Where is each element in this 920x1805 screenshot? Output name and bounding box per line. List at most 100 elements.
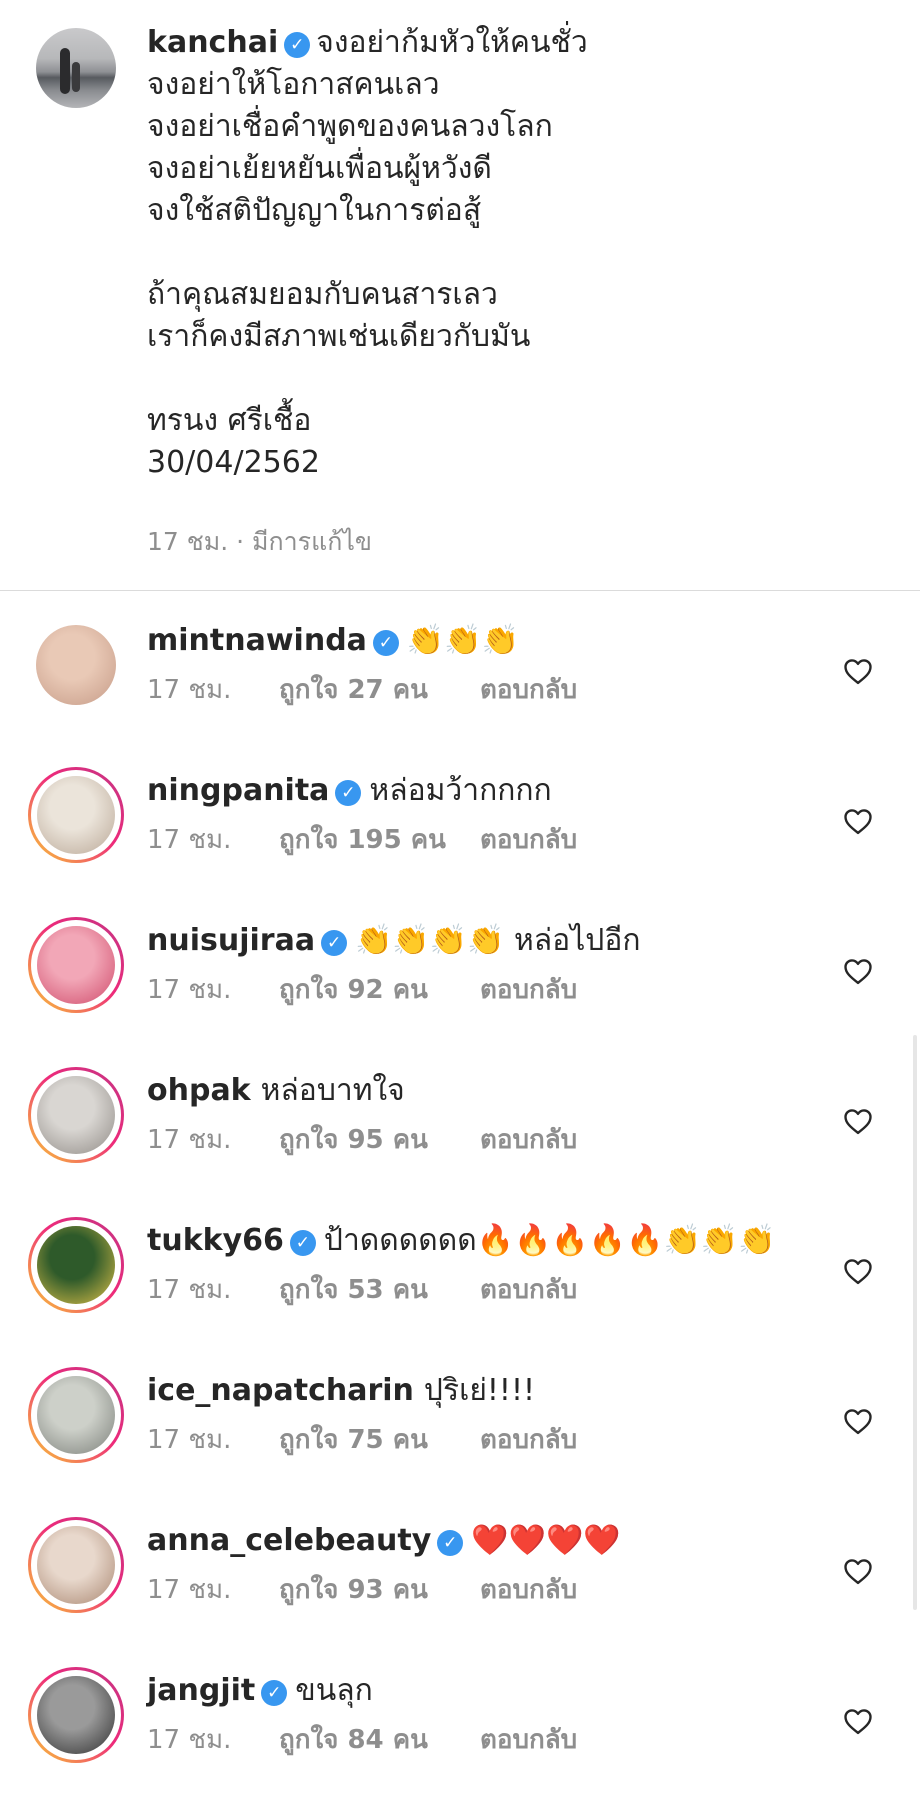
story-ring[interactable]: [28, 1367, 124, 1463]
caption-first-line: kanchai ✓ จงอย่าก้มหัวให้คนชั่ว: [147, 22, 887, 64]
comment-item: ice_napatcharin ปุริเย่!!!! 17 ชม. ถูกใจ …: [0, 1355, 920, 1505]
verified-badge-icon: ✓: [284, 32, 311, 58]
comment-time: 17 ชม.: [147, 1275, 232, 1305]
verified-badge-icon: ✓: [335, 780, 362, 806]
comment-body: หล่อมว้ากกกก: [369, 773, 552, 808]
comment-username[interactable]: ningpanita: [147, 773, 329, 808]
story-ring-gap: [31, 920, 121, 1010]
verified-badge-icon: ✓: [437, 1530, 464, 1556]
verified-badge-icon: ✓: [261, 1680, 288, 1706]
scrollbar[interactable]: [913, 1035, 917, 1610]
like-count-link[interactable]: ถูกใจ 84 คน: [279, 1719, 428, 1760]
comment-item: ohpak หล่อบาทใจ 17 ชม. ถูกใจ 95 คน ตอบกลั…: [0, 1055, 920, 1205]
avatar[interactable]: [37, 1376, 115, 1454]
comment-username[interactable]: nuisujiraa: [147, 923, 315, 958]
caption-text: kanchai ✓ จงอย่าก้มหัวให้คนชั่ว จงอย่าให้โ…: [147, 22, 887, 484]
comment-body: ขนลุก: [295, 1673, 373, 1708]
comment-text: ice_napatcharin ปุริเย่!!!!: [147, 1371, 535, 1411]
reply-button[interactable]: ตอบกลับ: [480, 1719, 577, 1760]
story-ring[interactable]: [28, 1217, 124, 1313]
story-ring-gap: [31, 770, 121, 860]
avatar-figure: [72, 62, 80, 92]
comment-username[interactable]: jangjit: [147, 1673, 255, 1708]
reply-button[interactable]: ตอบกลับ: [480, 1269, 577, 1310]
story-ring-gap: [31, 1220, 121, 1310]
like-count-link[interactable]: ถูกใจ 53 คน: [279, 1269, 428, 1310]
story-ring-gap: [31, 1670, 121, 1760]
comment-text: anna_celebeauty ✓ ❤️❤️❤️❤️: [147, 1521, 621, 1561]
avatar[interactable]: [37, 1676, 115, 1754]
comment-time: 17 ชม.: [147, 1425, 232, 1455]
caption-username[interactable]: kanchai: [147, 25, 278, 60]
reply-button[interactable]: ตอบกลับ: [480, 1119, 577, 1160]
comment-item: mintnawinda ✓ 👏👏👏 17 ชม. ถูกใจ 27 คน ตอบกล…: [0, 605, 920, 755]
like-count-link[interactable]: ถูกใจ 92 คน: [279, 969, 428, 1010]
comment-item: jangjit ✓ ขนลุก 17 ชม. ถูกใจ 84 คน ตอบกลับ: [0, 1655, 920, 1805]
like-count-link[interactable]: ถูกใจ 75 คน: [279, 1419, 428, 1460]
verified-badge-icon: ✓: [289, 1230, 316, 1256]
story-ring[interactable]: [28, 1517, 124, 1613]
caption-line: จงอย่าเชื่อคำพูดของคนลวงโลก: [147, 109, 553, 144]
comment-username[interactable]: ice_napatcharin: [147, 1373, 414, 1408]
caption-line: จงอย่าเย้ยหยันเพื่อนผู้หวังดี: [147, 151, 492, 186]
avatar[interactable]: [37, 776, 115, 854]
reply-button[interactable]: ตอบกลับ: [480, 1419, 577, 1460]
comment-body: ปุริเย่!!!!: [423, 1373, 535, 1408]
heart-outline-icon[interactable]: [843, 957, 873, 985]
comment-time: 17 ชม.: [147, 1575, 232, 1605]
comment-time: 17 ชม.: [147, 975, 232, 1005]
comment-item: ningpanita ✓ หล่อมว้ากกกก 17 ชม. ถูกใจ 195…: [0, 755, 920, 905]
reply-button[interactable]: ตอบกลับ: [480, 819, 577, 860]
like-count-link[interactable]: ถูกใจ 93 คน: [279, 1569, 428, 1610]
comment-username[interactable]: ohpak: [147, 1073, 251, 1108]
comment-body: ป้าดดดดดด🔥🔥🔥🔥🔥👏👏👏: [323, 1223, 776, 1258]
avatar[interactable]: [37, 926, 115, 1004]
comment-username[interactable]: anna_celebeauty: [147, 1523, 431, 1558]
comment-text: jangjit ✓ ขนลุก: [147, 1671, 373, 1711]
heart-outline-icon[interactable]: [843, 1407, 873, 1435]
comment-item: anna_celebeauty ✓ ❤️❤️❤️❤️ 17 ชม. ถูกใจ 93…: [0, 1505, 920, 1655]
like-count-link[interactable]: ถูกใจ 27 คน: [279, 669, 428, 710]
heart-outline-icon[interactable]: [843, 657, 873, 685]
avatar[interactable]: [37, 1076, 115, 1154]
like-count-link[interactable]: ถูกใจ 95 คน: [279, 1119, 428, 1160]
comment-body: ❤️❤️❤️❤️: [471, 1523, 621, 1558]
avatar[interactable]: [37, 1226, 115, 1304]
like-count-link[interactable]: ถูกใจ 195 คน: [279, 819, 446, 860]
caption-meta: 17 ชม. · มีการแก้ไข: [147, 527, 372, 556]
story-ring-gap: [31, 1070, 121, 1160]
comment-username[interactable]: tukky66: [147, 1223, 284, 1258]
comment-time: 17 ชม.: [147, 1725, 232, 1755]
story-ring-gap: [31, 1370, 121, 1460]
caption-author-avatar[interactable]: [36, 28, 116, 108]
story-ring[interactable]: [28, 1667, 124, 1763]
caption-line: จงอย่าให้โอกาสคนเลว: [147, 67, 440, 102]
heart-outline-icon[interactable]: [843, 807, 873, 835]
reply-button[interactable]: ตอบกลับ: [480, 669, 577, 710]
avatar[interactable]: [37, 1526, 115, 1604]
heart-outline-icon[interactable]: [843, 1257, 873, 1285]
story-ring[interactable]: [28, 767, 124, 863]
reply-button[interactable]: ตอบกลับ: [480, 969, 577, 1010]
heart-outline-icon[interactable]: [843, 1107, 873, 1135]
comment-time: 17 ชม.: [147, 825, 232, 855]
avatar[interactable]: [36, 625, 116, 705]
comment-text: mintnawinda ✓ 👏👏👏: [147, 621, 519, 661]
comment-text: nuisujiraa ✓ 👏👏👏👏 หล่อไปอีก: [147, 921, 641, 961]
verified-badge-icon: ✓: [372, 630, 399, 656]
story-ring[interactable]: [28, 1067, 124, 1163]
story-ring[interactable]: [28, 917, 124, 1013]
caption-line: จงอย่าก้มหัวให้คนชั่ว: [316, 25, 588, 60]
comment-body: หล่อบาทใจ: [260, 1073, 405, 1108]
comment-time: 17 ชม.: [147, 1125, 232, 1155]
heart-outline-icon[interactable]: [843, 1707, 873, 1735]
comment-body: 👏👏👏👏 หล่อไปอีก: [355, 923, 641, 958]
heart-outline-icon[interactable]: [843, 1557, 873, 1585]
caption-line: เราก็คงมีสภาพเช่นเดียวกับมัน: [147, 319, 531, 354]
comment-item: tukky66 ✓ ป้าดดดดดด🔥🔥🔥🔥🔥👏👏👏 17 ชม. ถูกใจ 5…: [0, 1205, 920, 1355]
reply-button[interactable]: ตอบกลับ: [480, 1569, 577, 1610]
caption-line: ถ้าคุณสมยอมกับคนสารเลว: [147, 277, 498, 312]
comment-text: ningpanita ✓ หล่อมว้ากกกก: [147, 771, 552, 811]
comment-username[interactable]: mintnawinda: [147, 623, 367, 658]
